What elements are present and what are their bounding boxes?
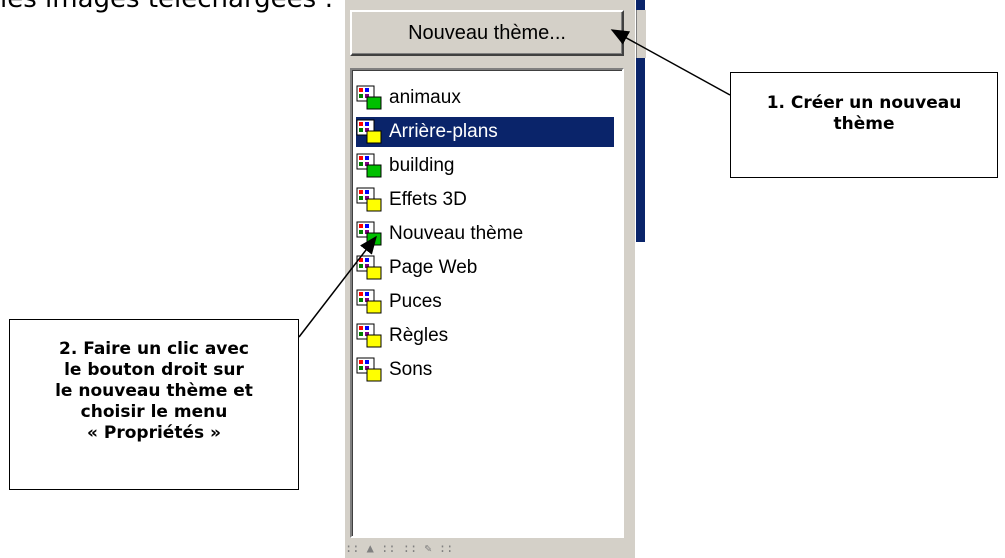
arrow-to-list-item [298, 235, 377, 338]
callout-arrows [298, 29, 731, 338]
arrow-to-button [610, 29, 731, 96]
